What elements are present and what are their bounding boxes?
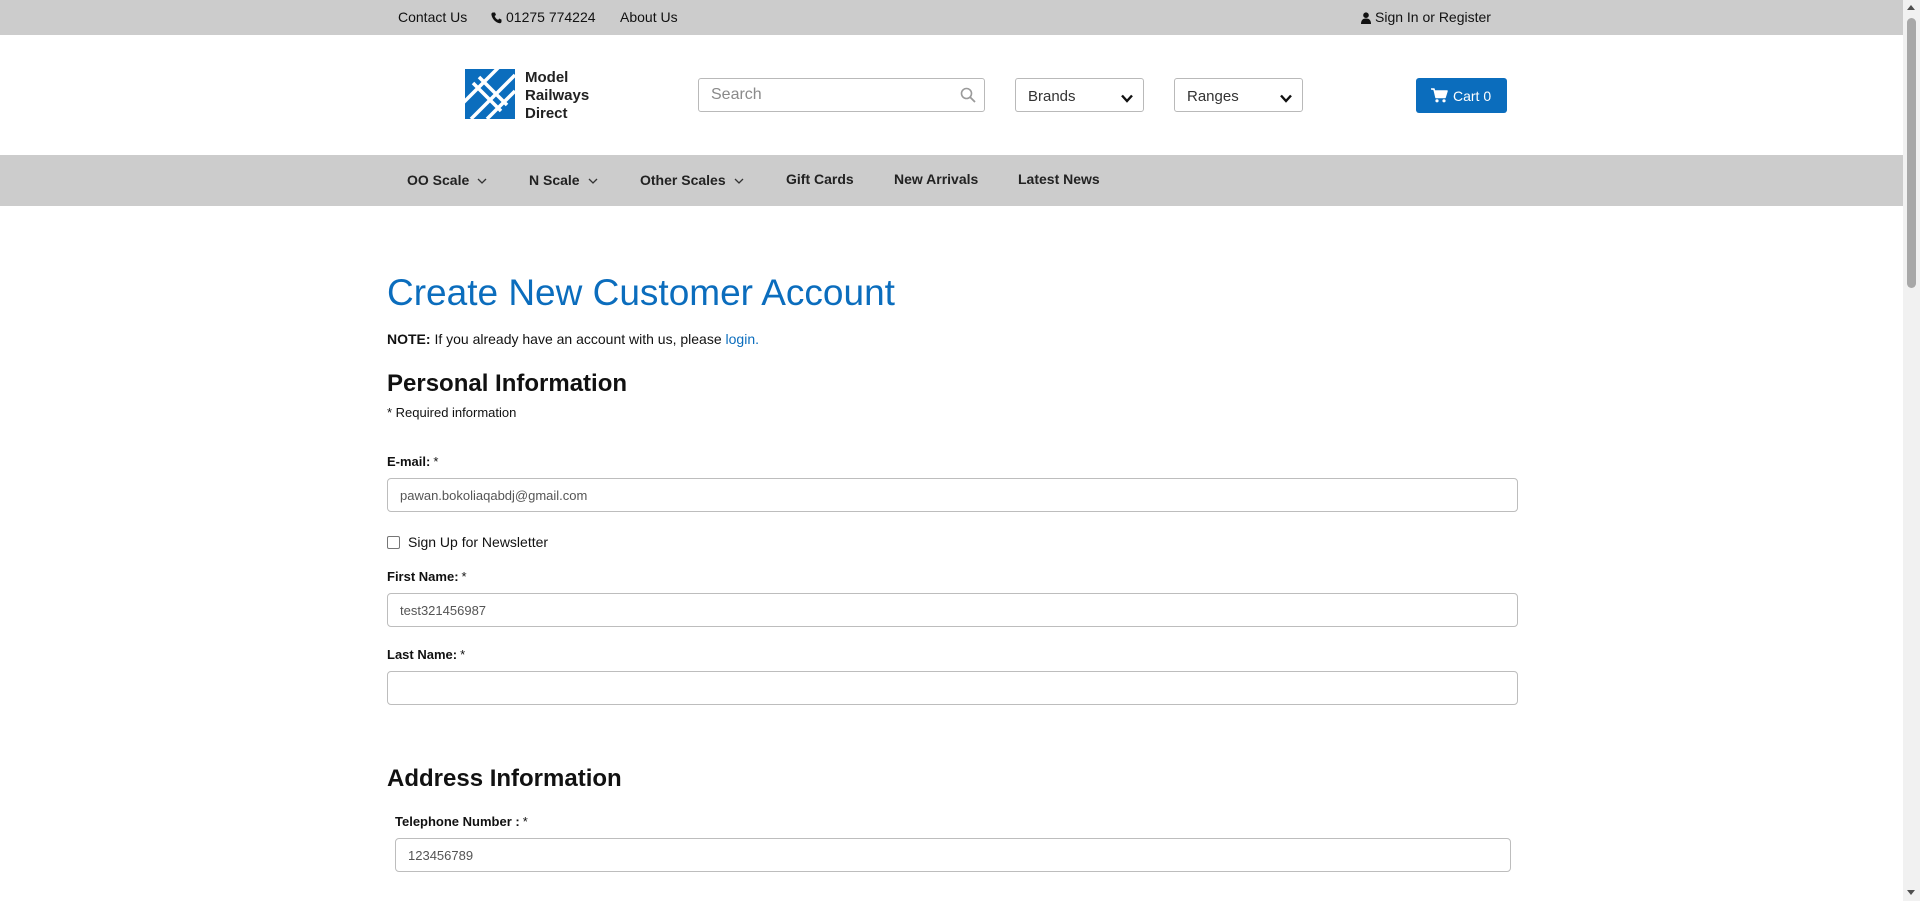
sign-in-label: Sign In or Register	[1375, 9, 1491, 25]
page-title: Create New Customer Account	[387, 272, 895, 313]
note-label: NOTE:	[387, 331, 431, 347]
nav-item-label: OO Scale	[407, 172, 470, 188]
chevron-down-icon	[1121, 90, 1133, 107]
logo-line: Railways	[525, 87, 590, 104]
logo-text: Model Railways Direct	[525, 69, 605, 123]
login-link[interactable]: login.	[726, 331, 759, 347]
required-information-note: * Required information	[387, 405, 517, 420]
required-marker: *	[460, 647, 466, 662]
contact-us-link[interactable]: Contact Us	[398, 9, 467, 25]
last-name-field[interactable]	[387, 671, 1518, 705]
nav-item-label: Other Scales	[640, 172, 726, 188]
first-name-field[interactable]	[387, 593, 1518, 627]
telephone-label: Telephone Number : *	[395, 814, 528, 829]
chevron-down-icon	[588, 171, 598, 187]
nav-item-latest-news[interactable]: Latest News	[1018, 171, 1100, 187]
search-icon[interactable]	[960, 87, 976, 108]
phone-icon	[491, 11, 502, 27]
logo-line: Direct	[525, 105, 568, 122]
phone-link[interactable]: 01275 774224	[491, 9, 596, 27]
cart-icon	[1431, 88, 1448, 106]
cart-label: Cart 0	[1453, 88, 1492, 104]
first-name-label: First Name: *	[387, 569, 467, 584]
logo-line: Model	[525, 69, 569, 86]
nav-item-gift-cards[interactable]: Gift Cards	[786, 171, 854, 187]
newsletter-checkbox[interactable]	[387, 536, 400, 549]
scroll-down-arrow-icon[interactable]	[1907, 890, 1915, 895]
address-information-heading: Address Information	[387, 765, 622, 792]
brands-select-value: Brands	[1028, 88, 1076, 105]
chevron-down-icon	[734, 171, 744, 187]
search-input[interactable]	[699, 79, 949, 111]
login-note: NOTE: If you already have an account wit…	[387, 331, 759, 347]
nav-item-other-scales[interactable]: Other Scales	[640, 171, 744, 188]
scroll-up-arrow-icon[interactable]	[1907, 5, 1915, 10]
scrollbar-thumb[interactable]	[1907, 18, 1916, 288]
ranges-select[interactable]: Ranges	[1174, 78, 1303, 112]
nav-item-oo-scale[interactable]: OO Scale	[407, 171, 487, 188]
chevron-down-icon	[1280, 90, 1292, 107]
site-header: Model Railways Direct Brands Ranges Cart…	[0, 35, 1903, 155]
top-utility-bar: Contact Us 01275 774224 About Us Sign In…	[0, 0, 1903, 35]
logo-mark-icon	[465, 69, 515, 119]
nav-item-label: Gift Cards	[786, 171, 854, 187]
nav-item-label: N Scale	[529, 172, 580, 188]
nav-item-label: Latest News	[1018, 171, 1100, 187]
nav-item-n-scale[interactable]: N Scale	[529, 171, 598, 188]
site-logo[interactable]: Model Railways Direct	[465, 69, 595, 125]
brands-select[interactable]: Brands	[1015, 78, 1144, 112]
chevron-down-icon	[477, 171, 487, 187]
required-marker: *	[522, 814, 528, 829]
personal-information-heading: Personal Information	[387, 370, 628, 397]
category-nav: OO Scale N Scale Other Scales Gift Cards…	[0, 155, 1903, 206]
required-marker: *	[433, 454, 439, 469]
search-box	[698, 78, 985, 112]
email-field[interactable]	[387, 478, 1518, 512]
sign-in-register-link[interactable]: Sign In or Register	[1361, 9, 1491, 27]
cart-count: 0	[1483, 88, 1492, 104]
nav-item-new-arrivals[interactable]: New Arrivals	[894, 171, 978, 187]
telephone-field[interactable]	[395, 838, 1511, 872]
newsletter-option: Sign Up for Newsletter	[387, 534, 548, 550]
ranges-select-value: Ranges	[1187, 88, 1239, 105]
about-us-link[interactable]: About Us	[620, 9, 678, 25]
note-text: If you already have an account with us, …	[430, 331, 726, 347]
email-label: E-mail: *	[387, 454, 439, 469]
last-name-label: Last Name: *	[387, 647, 466, 662]
required-marker: *	[461, 569, 467, 584]
cart-button[interactable]: Cart 0	[1416, 78, 1507, 113]
nav-item-label: New Arrivals	[894, 171, 979, 187]
page-scrollbar[interactable]	[1903, 0, 1920, 901]
user-icon	[1361, 11, 1371, 27]
newsletter-label[interactable]: Sign Up for Newsletter	[408, 534, 548, 550]
phone-number: 01275 774224	[506, 9, 596, 25]
